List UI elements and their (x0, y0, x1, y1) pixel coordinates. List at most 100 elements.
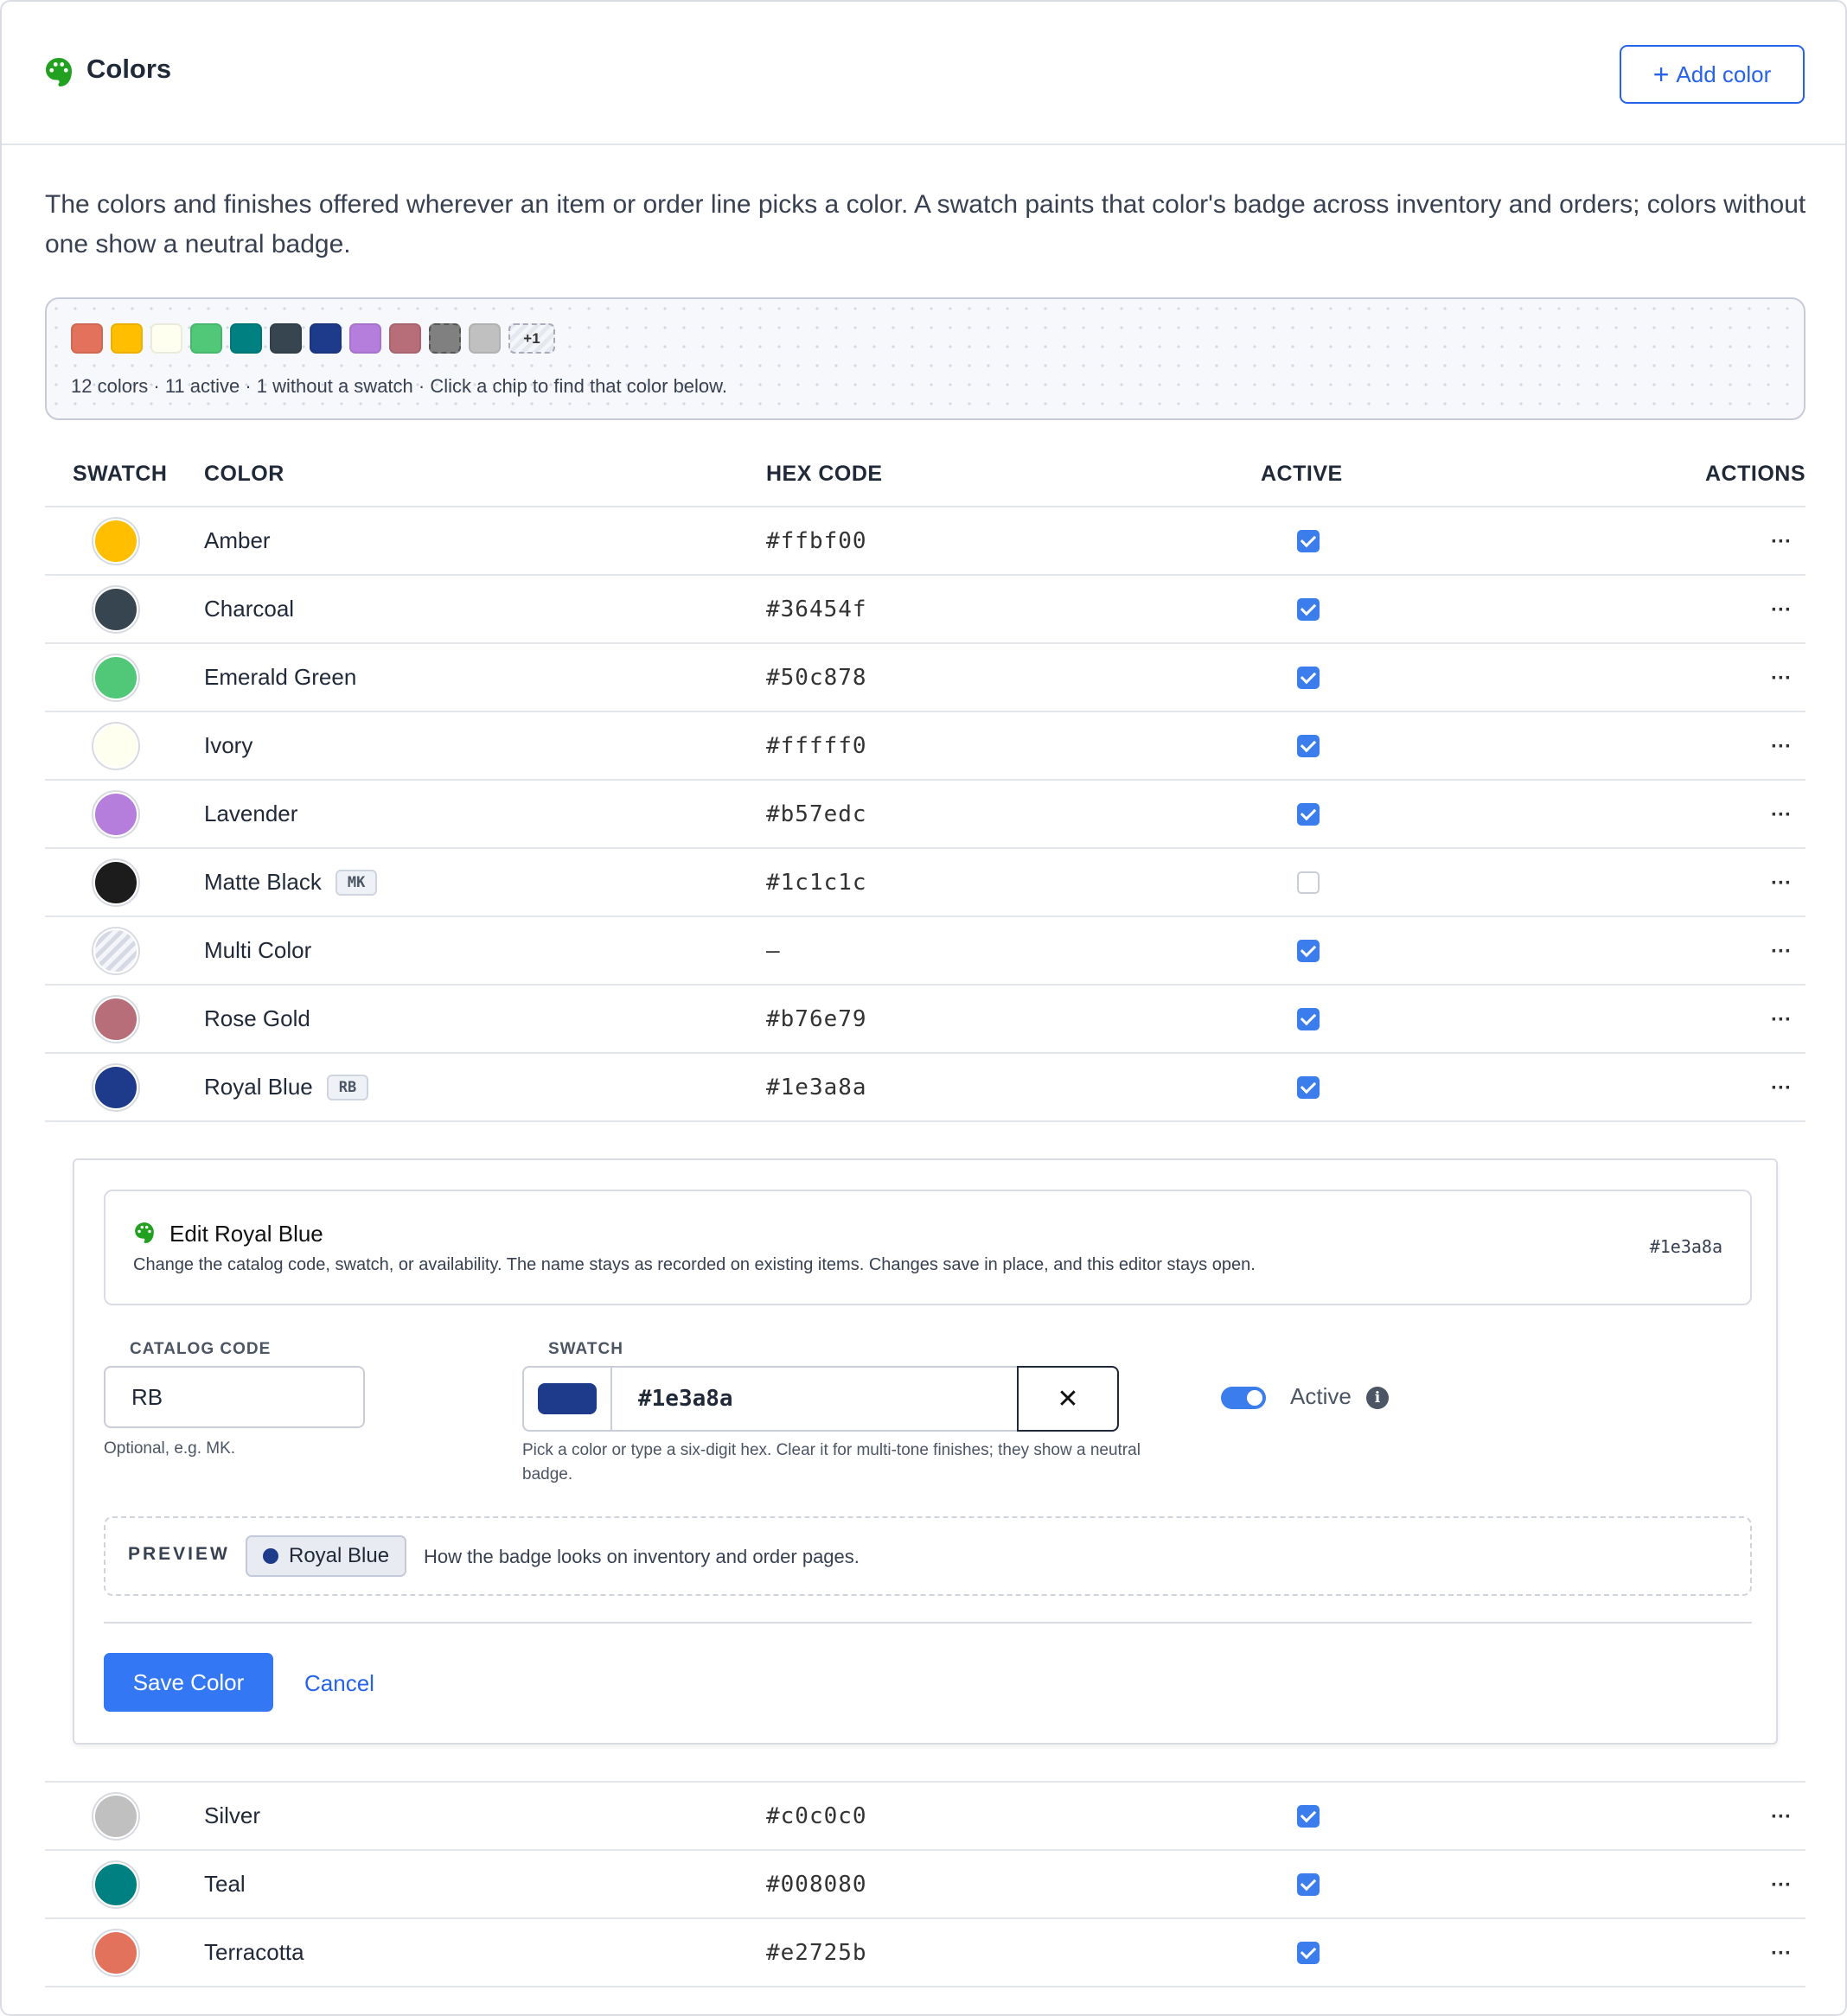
color-name-wrap: Silver (204, 1802, 766, 1829)
editor-cell: Edit Royal Blue Change the catalog code,… (45, 1121, 1805, 1783)
table-row: Ivory #fffff0 ··· (45, 711, 1805, 781)
ellipsis-icon[interactable]: ··· (1771, 530, 1792, 553)
color-chip[interactable] (230, 323, 262, 354)
editor-hex-badge: #1e3a8a (1649, 1236, 1722, 1257)
active-toggle[interactable] (1221, 1387, 1266, 1409)
actions-cell: ··· (1650, 507, 1805, 576)
actions-cell: ··· (1650, 1053, 1805, 1122)
swatch-cell (45, 711, 204, 781)
color-chip[interactable] (310, 323, 342, 354)
color-name: Silver (204, 1802, 261, 1828)
palette-icon (135, 1222, 154, 1243)
color-chip[interactable] (71, 323, 103, 354)
swatch-cell (45, 916, 204, 986)
color-chip[interactable] (190, 323, 222, 354)
ellipsis-icon[interactable]: ··· (1771, 871, 1792, 895)
editor-divider (104, 1622, 1752, 1624)
hex-cell: #b76e79 (766, 985, 1261, 1054)
color-chip[interactable] (150, 323, 182, 354)
swatch-cell (45, 780, 204, 849)
active-cell (1261, 711, 1650, 781)
swatch-color-picker[interactable] (524, 1368, 612, 1430)
hex-cell: #e2725b (766, 1918, 1261, 1987)
active-checkbox[interactable] (1297, 1007, 1320, 1030)
active-checkbox[interactable] (1297, 734, 1320, 757)
cancel-button[interactable]: Cancel (304, 1670, 374, 1697)
active-cell (1261, 643, 1650, 712)
close-icon: ✕ (1057, 1384, 1079, 1413)
active-checkbox[interactable] (1297, 939, 1320, 962)
swatch-dot (93, 1930, 138, 1975)
ellipsis-icon[interactable]: ··· (1771, 1873, 1792, 1897)
active-checkbox[interactable] (1297, 802, 1320, 826)
ellipsis-icon[interactable]: ··· (1771, 667, 1792, 690)
ellipsis-icon[interactable]: ··· (1771, 735, 1792, 758)
swatch-dot (93, 791, 138, 837)
actions-cell: ··· (1650, 1850, 1805, 1919)
hex-cell: #ffbf00 (766, 507, 1261, 576)
ellipsis-icon[interactable]: ··· (1771, 1008, 1792, 1031)
active-cell (1261, 1918, 1650, 1987)
catalog-code-input[interactable]: RB (104, 1366, 365, 1428)
color-chip[interactable] (270, 323, 302, 354)
info-icon[interactable]: i (1366, 1387, 1389, 1409)
color-cell: Emerald Green (204, 643, 766, 712)
swatch-dot (93, 723, 138, 769)
swatch-dot (93, 928, 138, 973)
editor-subtitle: Change the catalog code, swatch, or avai… (133, 1255, 1256, 1274)
more-chips-button[interactable]: +1 (508, 323, 555, 354)
active-checkbox[interactable] (1297, 529, 1320, 552)
swatch-cell (45, 848, 204, 917)
color-name-wrap: Royal Blue RB (204, 1074, 766, 1101)
ellipsis-icon[interactable]: ··· (1771, 1805, 1792, 1828)
color-cell: Terracotta (204, 1918, 766, 1987)
color-chip[interactable] (389, 323, 421, 354)
active-checkbox[interactable] (1297, 597, 1320, 621)
colors-card: Colors + Add color The colors and finish… (0, 0, 1847, 2016)
swatch-dot (93, 996, 138, 1042)
color-name: Matte Black (204, 869, 322, 895)
card-header: Colors + Add color (2, 2, 1845, 145)
hex-code: #ffbf00 (766, 528, 867, 554)
hex-cell: #b57edc (766, 780, 1261, 849)
color-chip[interactable] (349, 323, 381, 354)
catalog-code-badge: RB (326, 1074, 369, 1101)
hex-cell: #c0c0c0 (766, 1782, 1261, 1851)
edit-color-panel: Edit Royal Blue Change the catalog code,… (73, 1158, 1778, 1745)
hex-code: #fffff0 (766, 733, 867, 759)
color-chip[interactable] (429, 323, 461, 354)
add-color-button[interactable]: + Add color (1620, 45, 1805, 104)
hex-cell: #36454f (766, 575, 1261, 644)
swatch-dot (93, 859, 138, 905)
color-chip[interactable] (469, 323, 501, 354)
editor-header: Edit Royal Blue Change the catalog code,… (104, 1190, 1752, 1305)
color-name: Amber (204, 527, 271, 553)
color-chip[interactable] (111, 323, 143, 354)
color-name-wrap: Amber (204, 527, 766, 554)
swatch-color-preview (538, 1383, 597, 1414)
swatch-hex-input[interactable]: #1e3a8a (612, 1368, 1017, 1430)
color-cell: Silver (204, 1782, 766, 1851)
clear-swatch-button[interactable]: ✕ (1017, 1366, 1119, 1432)
active-checkbox[interactable] (1297, 666, 1320, 689)
active-checkbox[interactable] (1297, 871, 1320, 894)
active-checkbox[interactable] (1297, 1075, 1320, 1099)
color-name-wrap: Multi Color (204, 937, 766, 964)
active-checkbox[interactable] (1297, 1872, 1320, 1896)
hex-code: #b57edc (766, 801, 867, 827)
hex-code: #008080 (766, 1872, 867, 1898)
ellipsis-icon[interactable]: ··· (1771, 940, 1792, 963)
active-checkbox[interactable] (1297, 1804, 1320, 1828)
color-cell: Matte Black MK (204, 848, 766, 917)
swatch-dot (93, 1064, 138, 1110)
active-cell (1261, 780, 1650, 849)
colors-table: SWATCH COLOR HEX CODE ACTIVE ACTIONS Amb… (45, 443, 1805, 1987)
swatch-cell (45, 1053, 204, 1122)
ellipsis-icon[interactable]: ··· (1771, 1942, 1792, 1965)
save-color-button[interactable]: Save Color (104, 1653, 273, 1712)
hex-code: #e2725b (766, 1940, 867, 1966)
active-checkbox[interactable] (1297, 1941, 1320, 1964)
ellipsis-icon[interactable]: ··· (1771, 1076, 1792, 1100)
ellipsis-icon[interactable]: ··· (1771, 803, 1792, 826)
ellipsis-icon[interactable]: ··· (1771, 598, 1792, 622)
